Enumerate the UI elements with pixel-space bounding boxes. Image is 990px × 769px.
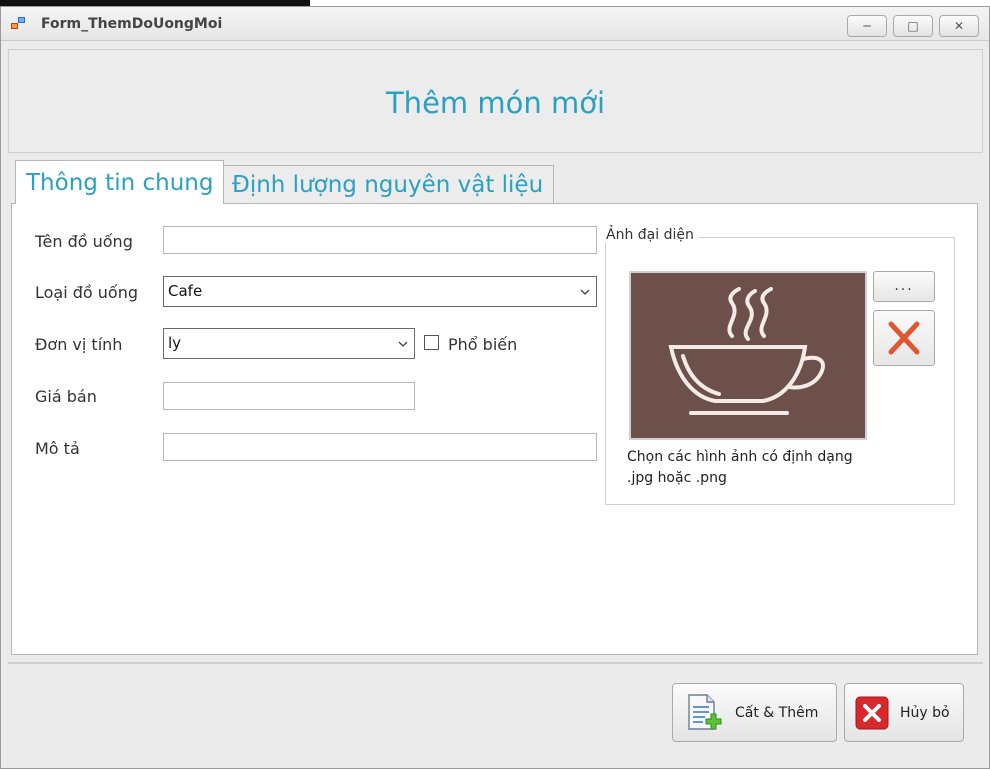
chevron-down-icon — [580, 289, 590, 295]
cancel-label: Hủy bỏ — [900, 704, 950, 721]
header-panel: Thêm món mới — [8, 49, 983, 153]
browse-image-button[interactable]: ... — [873, 271, 935, 302]
page-title: Thêm món mới — [385, 86, 606, 120]
delete-x-icon — [888, 321, 920, 355]
app-form-icon — [11, 17, 27, 31]
image-format-hint: Chọn các hình ảnh có định dạng .jpg hoặc… — [627, 449, 853, 486]
tab-label: Thông tin chung — [26, 169, 214, 196]
save-and-add-label: Cất & Thêm — [735, 704, 819, 721]
save-and-add-button[interactable]: Cất & Thêm — [672, 683, 837, 742]
tab-label: Định lượng nguyên vật liệu — [232, 172, 544, 198]
chevron-down-icon — [398, 341, 408, 347]
maximize-icon: □ — [907, 19, 919, 33]
browse-button-label: ... — [894, 278, 914, 294]
close-button[interactable]: ✕ — [939, 15, 979, 37]
image-group: Ảnh đại diện ... Chọn các hình ảnh có đị… — [604, 227, 955, 505]
window-title: Form_ThemDoUongMoi — [41, 16, 223, 32]
type-label: Loại đồ uống — [35, 283, 139, 302]
price-input[interactable] — [163, 382, 415, 410]
description-label: Mô tả — [35, 439, 80, 458]
cancel-button[interactable]: Hủy bỏ — [844, 683, 964, 742]
minimize-button[interactable]: ─ — [847, 15, 887, 37]
remove-image-button[interactable] — [873, 310, 935, 366]
tab-panel-general: Tên đồ uống Loại đồ uống Cafe Đơn vị tín… — [11, 203, 978, 655]
price-label: Giá bán — [35, 387, 97, 406]
tab-ingredients[interactable]: Định lượng nguyên vật liệu — [221, 165, 555, 204]
popular-label: Phổ biến — [448, 335, 518, 354]
description-input[interactable] — [163, 433, 597, 461]
drink-image[interactable] — [629, 271, 867, 440]
type-select-value: Cafe — [168, 282, 203, 300]
name-label: Tên đồ uống — [35, 232, 133, 251]
tab-general-info[interactable]: Thông tin chung — [15, 160, 225, 204]
cancel-x-icon — [855, 696, 889, 729]
minimize-icon: ─ — [863, 19, 871, 33]
form-window: Form_ThemDoUongMoi ─ □ ✕ Thêm món mới Th… — [0, 6, 990, 769]
title-bar[interactable]: Form_ThemDoUongMoi ─ □ ✕ — [1, 7, 989, 41]
image-group-title: Ảnh đại diện — [604, 227, 699, 243]
maximize-button[interactable]: □ — [893, 15, 933, 37]
unit-label: Đơn vị tính — [35, 335, 123, 354]
coffee-cup-icon — [668, 287, 825, 415]
popular-checkbox[interactable] — [424, 335, 439, 350]
name-input[interactable] — [163, 226, 597, 254]
unit-select-value: ly — [168, 334, 182, 352]
tab-control: Thông tin chung Định lượng nguyên vật li… — [8, 154, 983, 658]
close-icon: ✕ — [953, 19, 965, 33]
footer-panel: Cất & Thêm Hủy bỏ — [8, 662, 983, 763]
unit-select[interactable]: ly — [163, 328, 415, 359]
document-add-icon — [688, 693, 722, 730]
type-select[interactable]: Cafe — [163, 276, 597, 307]
